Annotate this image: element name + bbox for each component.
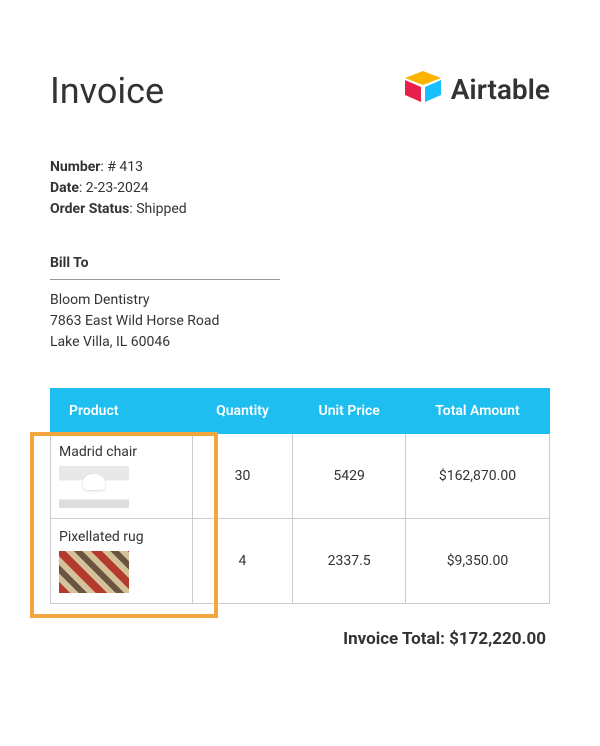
bill-to-body: Bloom Dentistry 7863 East Wild Horse Roa… <box>50 290 550 353</box>
status-value: Shipped <box>136 201 186 217</box>
invoice-total: Invoice Total: $172,220.00 <box>50 629 550 649</box>
bill-to-name: Bloom Dentistry <box>50 290 550 311</box>
cell-quantity: 30 <box>192 434 293 519</box>
page-title: Invoice <box>50 70 164 112</box>
airtable-icon <box>403 70 443 108</box>
header: Invoice Airtable <box>50 70 550 112</box>
date-label: Date <box>50 180 79 196</box>
bill-to-street: 7863 East Wild Horse Road <box>50 311 550 332</box>
table-row: Pixellated rug 4 2337.5 $9,350.00 <box>51 519 550 604</box>
invoice-page: Invoice Airtable Number: # 413 Date: 2-2… <box>0 0 600 689</box>
number-value: # 413 <box>107 159 143 175</box>
brand-logo: Airtable <box>403 70 550 108</box>
cell-product: Pixellated rug <box>51 519 193 604</box>
product-name: Madrid chair <box>59 444 182 460</box>
brand-name: Airtable <box>451 73 550 106</box>
invoice-total-label: Invoice Total: <box>343 629 445 649</box>
cell-unit-price: 5429 <box>293 434 406 519</box>
col-unit-price: Unit Price <box>293 389 406 434</box>
col-quantity: Quantity <box>192 389 293 434</box>
line-items-table-wrap: Product Quantity Unit Price Total Amount… <box>50 388 550 604</box>
cell-total: $162,870.00 <box>405 434 549 519</box>
meta-status: Order Status: Shipped <box>50 199 550 220</box>
product-name: Pixellated rug <box>59 529 182 545</box>
cell-total: $9,350.00 <box>405 519 549 604</box>
product-thumbnail <box>59 466 129 508</box>
line-items-table: Product Quantity Unit Price Total Amount… <box>50 388 550 604</box>
table-header-row: Product Quantity Unit Price Total Amount <box>51 389 550 434</box>
date-value: 2-23-2024 <box>86 180 149 196</box>
bill-to-city: Lake Villa, IL 60046 <box>50 332 550 353</box>
invoice-meta: Number: # 413 Date: 2-23-2024 Order Stat… <box>50 157 550 220</box>
cell-unit-price: 2337.5 <box>293 519 406 604</box>
product-thumbnail <box>59 551 129 593</box>
meta-number: Number: # 413 <box>50 157 550 178</box>
number-label: Number <box>50 159 100 175</box>
status-label: Order Status <box>50 201 129 217</box>
col-total: Total Amount <box>405 389 549 434</box>
bill-to-heading: Bill To <box>50 255 280 280</box>
table-row: Madrid chair 30 5429 $162,870.00 <box>51 434 550 519</box>
cell-quantity: 4 <box>192 519 293 604</box>
meta-date: Date: 2-23-2024 <box>50 178 550 199</box>
cell-product: Madrid chair <box>51 434 193 519</box>
invoice-total-value: $172,220.00 <box>449 629 546 649</box>
col-product: Product <box>51 389 193 434</box>
